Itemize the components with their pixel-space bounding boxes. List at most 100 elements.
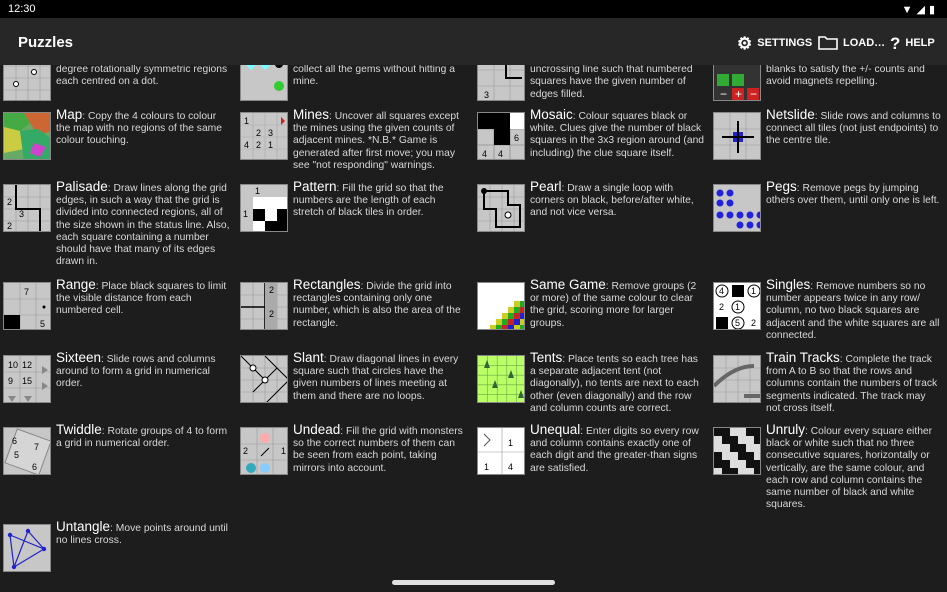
svg-text:15: 15: [22, 376, 32, 386]
svg-text:3: 3: [19, 209, 24, 219]
svg-text:1: 1: [255, 186, 260, 196]
puzzle-name: Map: [56, 107, 83, 122]
puzzle-name: Mines: [293, 107, 330, 122]
svg-text:6: 6: [32, 462, 37, 472]
load-button[interactable]: LOAD…: [818, 32, 885, 54]
puzzle-description: Pattern: Fill the grid so that the numbe…: [293, 180, 469, 220]
svg-text:6: 6: [12, 436, 17, 446]
puzzle-name: Pearl: [530, 179, 562, 194]
pegs-thumbnail: [713, 184, 761, 232]
puzzle-description: Map: Copy the 4 colours to colour the ma…: [56, 107, 232, 148]
folder-icon: [818, 34, 838, 53]
traintracks-thumbnail: [713, 355, 761, 403]
svg-text:1: 1: [735, 302, 740, 312]
home-indicator[interactable]: [392, 580, 555, 585]
puzzle-item-unequal[interactable]: 1 1 4 Unequal: Enter digits so every row an…: [474, 423, 710, 517]
svg-text:5: 5: [14, 450, 19, 460]
puzzle-item-undead[interactable]: 2 1 Undead: Fill the grid with monsters so…: [237, 423, 473, 517]
puzzle-name: Slant: [293, 350, 324, 365]
puzzle-name: Range: [56, 277, 96, 292]
svg-text:1: 1: [244, 116, 249, 126]
puzzle-list: Galaxies: Divide the grid into 180-degre…: [0, 65, 947, 575]
puzzle-item-twiddle[interactable]: 6 7 5 6 Twiddle: Rotate groups of 4 to form …: [0, 423, 236, 517]
puzzle-name: Rectangles: [293, 277, 361, 292]
svg-text:1: 1: [281, 446, 286, 456]
puzzle-description: Singles: Remove numbers so no number app…: [766, 277, 942, 342]
puzzle-description: Unequal: Enter digits so every row and c…: [530, 423, 706, 475]
puzzle-item-palisade[interactable]: 2 3 2 Palisade: Draw lines along the grid e…: [0, 180, 236, 274]
settings-button[interactable]: ⚙ SETTINGS: [737, 32, 812, 54]
puzzle-description: Mosaic: Colour squares black or white. C…: [530, 107, 706, 160]
svg-text:2: 2: [243, 446, 248, 456]
puzzle-description: Unruly: Colour every square either black…: [766, 423, 942, 511]
help-label: HELP: [905, 37, 935, 49]
netslide-thumbnail: [713, 112, 761, 160]
svg-text:4: 4: [244, 140, 249, 150]
svg-text:5: 5: [40, 319, 45, 329]
svg-text:7: 7: [24, 287, 29, 297]
puzzle-description-text: Divide the grid into 180-degree rotation…: [56, 65, 228, 88]
puzzle-description: Sixteen: Slide rows and columns around t…: [56, 351, 232, 391]
puzzle-description: Train Tracks: Complete the track from A …: [766, 351, 942, 415]
puzzle-name: Twiddle: [56, 422, 102, 437]
svg-text:12: 12: [22, 360, 32, 370]
app-bar: Puzzles ⚙ SETTINGS LOAD… ? HELP: [0, 18, 947, 65]
puzzle-description-text: Draw a single unbroken and uncrossing li…: [530, 65, 693, 100]
puzzle-name: Mosaic: [530, 107, 573, 122]
puzzle-item-pearl[interactable]: Pearl: Draw a single loop with corners o…: [474, 180, 710, 274]
svg-text:6: 6: [514, 133, 519, 143]
puzzle-description: Undead: Fill the grid with monsters so t…: [293, 423, 469, 475]
puzzle-description: Pegs: Remove pegs by jumping others over…: [766, 179, 942, 207]
tents-thumbnail: [477, 355, 525, 403]
puzzle-item-pattern[interactable]: 1 1 Pattern: Fill the grid so that the num…: [237, 180, 473, 274]
svg-text:5: 5: [735, 318, 740, 328]
svg-text:−: −: [750, 87, 757, 101]
mosaic-thumbnail: 6 4 4: [477, 112, 525, 160]
load-label: LOAD…: [843, 37, 886, 49]
svg-text:4: 4: [498, 149, 503, 159]
puzzle-item-pegs[interactable]: Pegs: Remove pegs by jumping others over…: [710, 179, 946, 274]
puzzle-description: Rectangles: Divide the grid into rectang…: [293, 277, 469, 330]
map-thumbnail: [3, 112, 51, 160]
svg-text:4: 4: [508, 462, 513, 472]
svg-text:+: +: [735, 87, 742, 101]
puzzle-description-text: Place magnets and blanks to satisfy the …: [766, 65, 925, 88]
status-bar: 12:30 ▼◢▮: [0, 0, 947, 18]
puzzle-item-untangle[interactable]: Untangle: Move points around until no li…: [0, 520, 236, 575]
magnets-thumbnail: − + −: [713, 65, 761, 101]
puzzle-name: Untangle: [56, 519, 111, 534]
settings-label: SETTINGS: [757, 37, 813, 49]
svg-text:1: 1: [751, 286, 756, 296]
unequal-thumbnail: 1 1 4: [477, 427, 525, 475]
puzzle-name: Pegs: [766, 179, 797, 194]
svg-text:1: 1: [268, 140, 273, 150]
gear-icon: ⚙: [737, 33, 753, 53]
svg-text:2: 2: [751, 318, 756, 328]
puzzle-description: Range: Place black squares to limit the …: [56, 277, 232, 318]
status-icons: ▼◢▮: [901, 4, 939, 16]
unruly-thumbnail: [713, 427, 761, 475]
puzzle-description-text: Colour every square either black or whit…: [766, 426, 933, 511]
svg-text:1: 1: [508, 438, 513, 448]
svg-text:1: 1: [243, 209, 248, 219]
puzzle-description-text: Move the ball around to collect all the …: [293, 65, 455, 88]
help-button[interactable]: ? HELP: [890, 32, 935, 54]
svg-text:10: 10: [8, 360, 18, 370]
svg-text:−: −: [720, 87, 727, 101]
samegame-thumbnail: [477, 282, 525, 330]
twiddle-thumbnail: 6 7 5 6: [3, 427, 51, 475]
untangle-thumbnail: [3, 524, 51, 572]
rectangles-thumbnail: 22: [240, 282, 288, 330]
clock: 12:30: [8, 3, 36, 15]
puzzle-description: Inertia: Move the ball around to collect…: [293, 65, 469, 89]
puzzle-description: Galaxies: Divide the grid into 180-degre…: [56, 65, 232, 89]
puzzle-item-unruly[interactable]: Unruly: Colour every square either black…: [710, 423, 946, 517]
puzzle-description: Magnets: Place magnets and blanks to sat…: [766, 65, 942, 89]
puzzle-name: Singles: [766, 277, 811, 292]
svg-text:2: 2: [7, 197, 12, 207]
inertia-thumbnail: [240, 65, 288, 101]
sixteen-thumbnail: 10 12 9 15: [3, 355, 51, 403]
puzzle-name: Netslide: [766, 107, 815, 122]
puzzle-description: Palisade: Draw lines along the grid edge…: [56, 180, 232, 268]
help-icon: ?: [890, 33, 901, 53]
